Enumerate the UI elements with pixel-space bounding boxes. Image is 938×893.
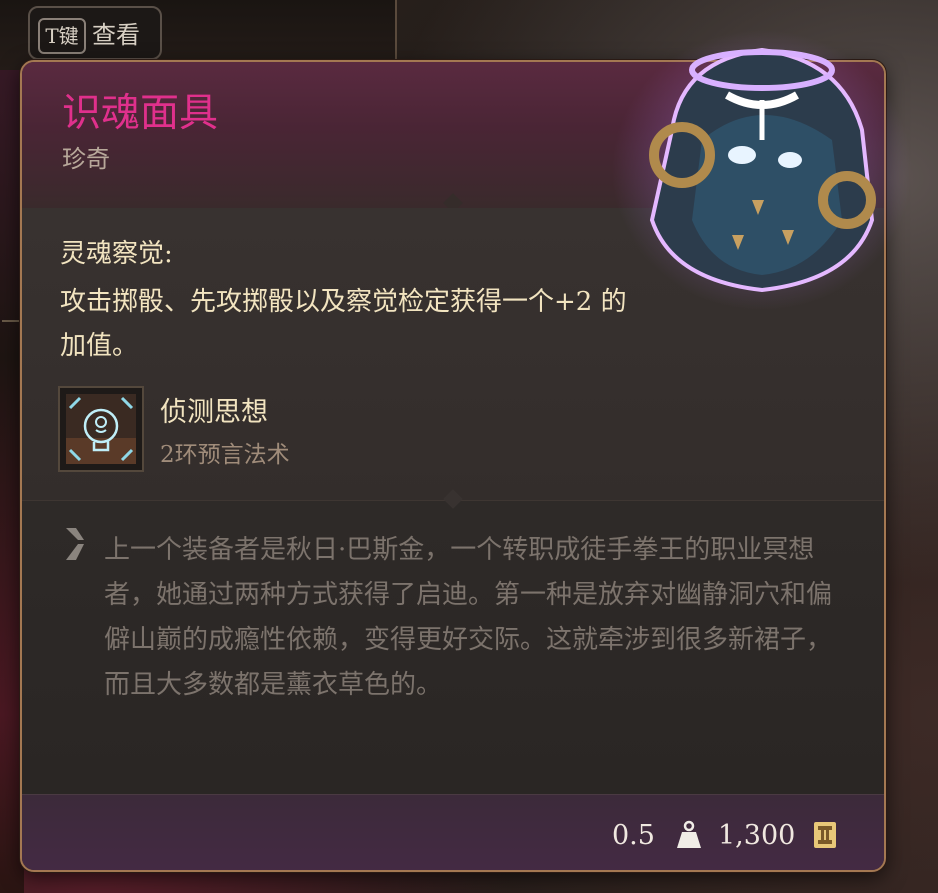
soul-mask-item-icon — [612, 20, 912, 310]
passive-title: 灵魂察觉: — [60, 239, 173, 269]
lore-text: 上一个装备者是秋日·巴斯金，一个转职成徒手拳王的职业冥想者，她通过两种方式获得了… — [104, 535, 833, 700]
quote-icon — [60, 524, 88, 568]
price-value: 1,300 — [718, 820, 796, 851]
weight-icon — [676, 820, 702, 854]
passive-description: 攻击掷骰、先攻掷骰以及察觉检定获得一个+2 的加值。 — [60, 287, 627, 361]
spell-name: 侦测思想 — [160, 397, 268, 428]
examine-label: 查看 — [92, 21, 140, 49]
detect-thoughts-icon[interactable] — [58, 386, 144, 472]
item-name: 识魂面具 — [62, 91, 219, 136]
gold-coin-icon — [812, 820, 838, 854]
keyboard-key-cap: T键 — [38, 18, 86, 54]
item-rarity: 珍奇 — [62, 145, 110, 173]
spell-level: 2环预言法术 — [160, 442, 290, 468]
examine-key-hint[interactable]: T键 查看 — [28, 6, 162, 60]
weight-value: 0.5 — [612, 820, 655, 851]
